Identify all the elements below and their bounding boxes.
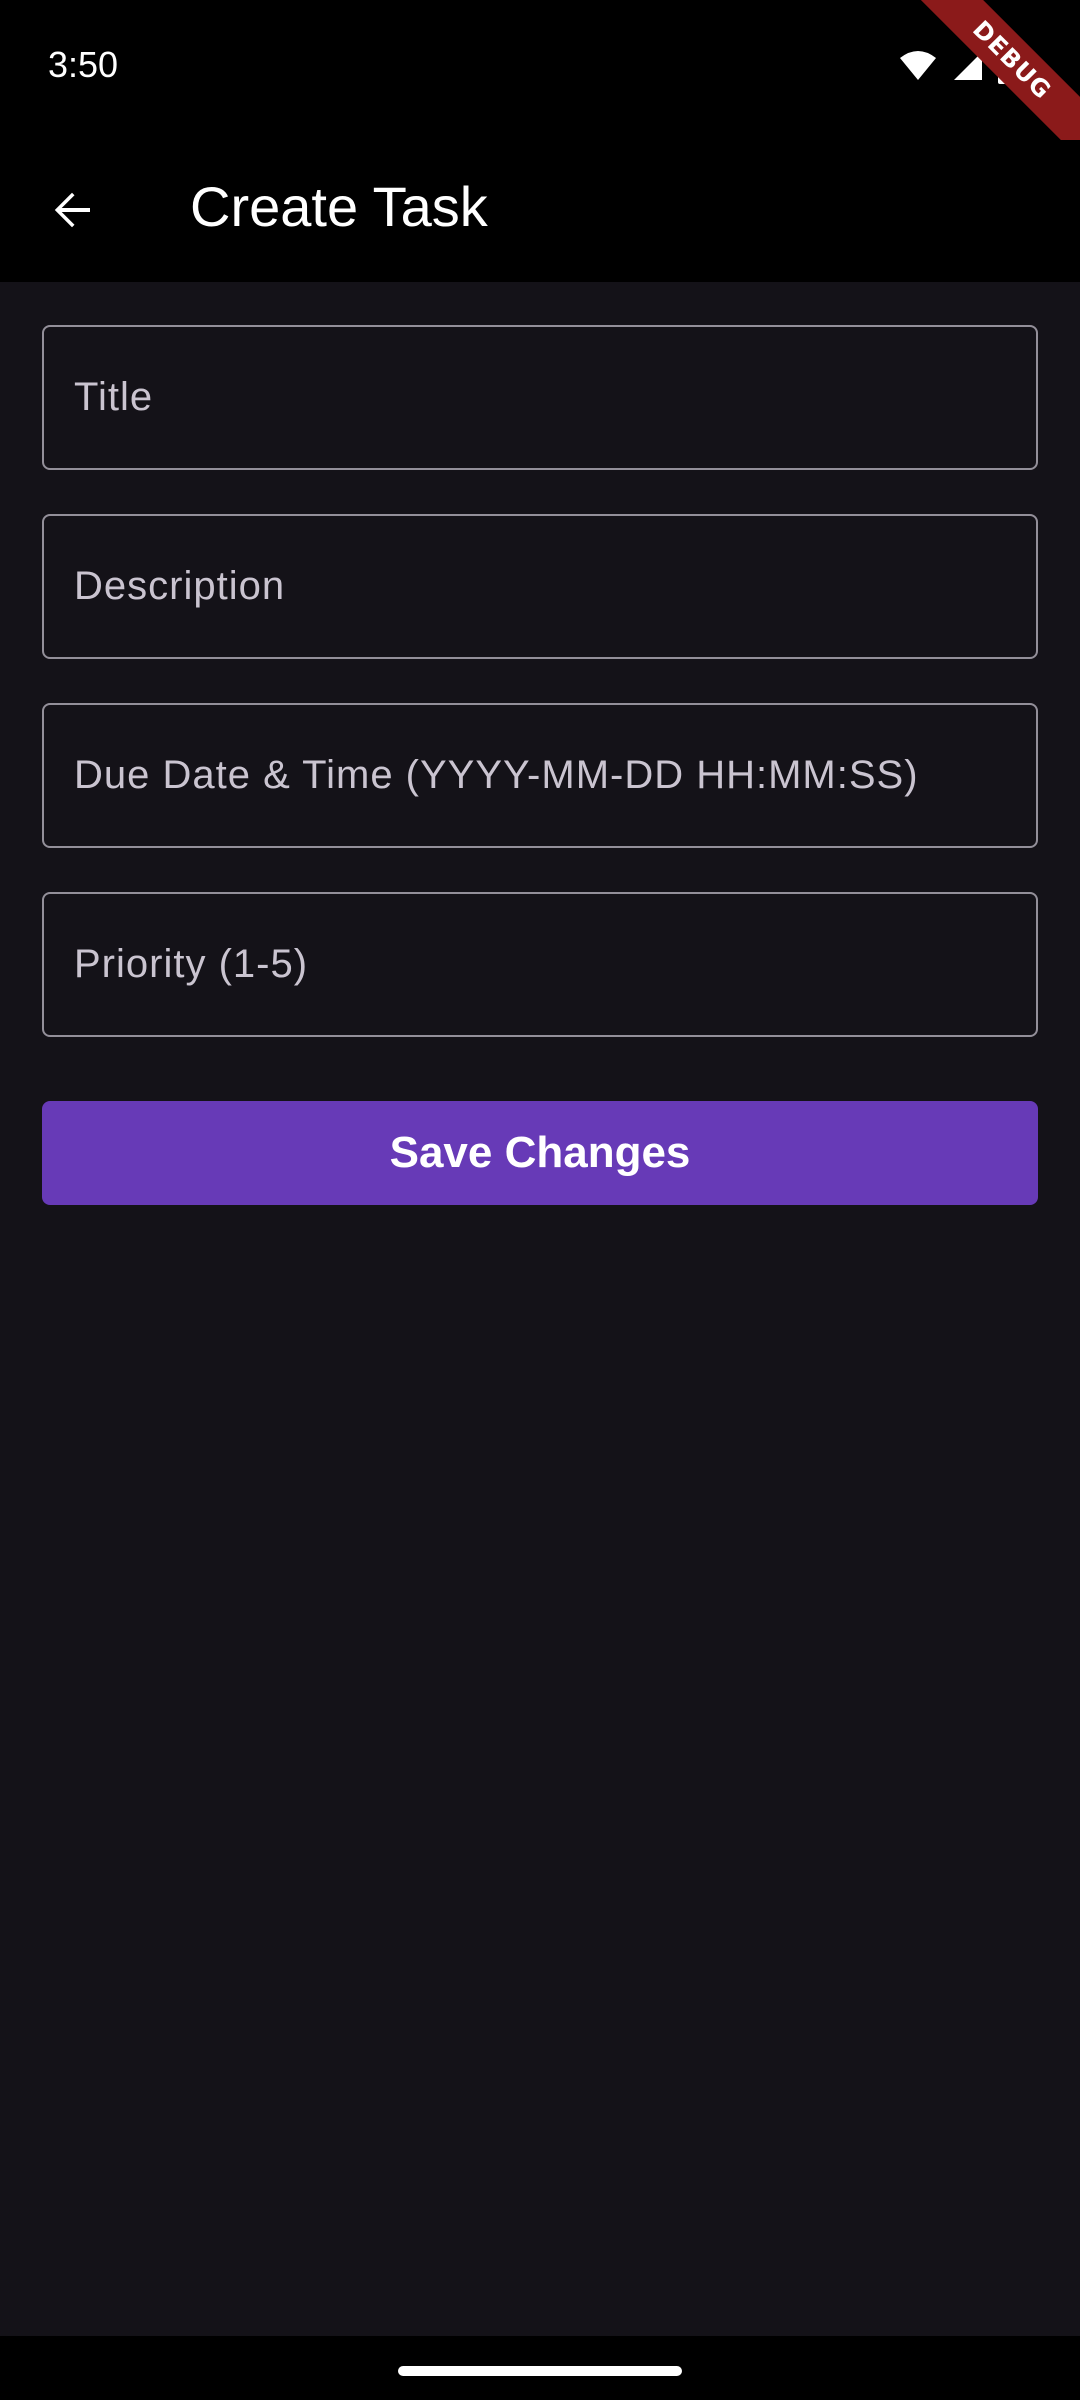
priority-input[interactable]: [44, 894, 1036, 1035]
system-nav-bar: [0, 2336, 1080, 2400]
signal-icon: [952, 50, 984, 87]
status-icons: [898, 47, 1020, 89]
battery-icon: [998, 47, 1020, 89]
task-form: [42, 325, 1038, 1081]
screen: 3:50 DEBUG Create Task Title Description…: [0, 0, 1080, 2400]
due-date-field-container: [42, 703, 1038, 848]
description-input[interactable]: [44, 516, 1036, 657]
status-bar: 3:50 DEBUG: [0, 0, 1080, 160]
due-date-input[interactable]: [44, 705, 1036, 846]
page-title: Create Task: [190, 175, 488, 238]
title-input[interactable]: [44, 327, 1036, 468]
arrow-back-icon: [48, 186, 96, 239]
app-bar: Create Task: [0, 140, 1080, 282]
title-field-container: [42, 325, 1038, 470]
priority-field-container: [42, 892, 1038, 1037]
save-changes-button[interactable]: Save Changes: [42, 1101, 1038, 1205]
back-button[interactable]: [30, 170, 114, 254]
home-gesture-handle[interactable]: [398, 2366, 682, 2376]
description-field-container: [42, 514, 1038, 659]
wifi-icon: [898, 50, 938, 87]
status-time: 3:50: [48, 44, 119, 85]
